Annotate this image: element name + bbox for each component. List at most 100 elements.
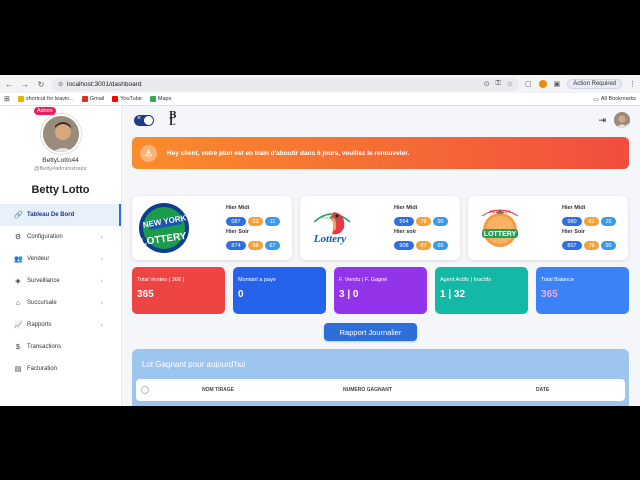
- number-pill: 78: [584, 241, 599, 250]
- stat-montant-paye[interactable]: Montant a paye 0: [233, 267, 326, 314]
- sidebar-item-label: Tableau De Bord: [27, 212, 75, 218]
- number-pill: 67: [265, 241, 280, 250]
- daily-report-button[interactable]: Rapport Journalier: [324, 323, 417, 341]
- midi-numbers: 564 78 90: [394, 217, 448, 226]
- ny-lottery-logo: NEW YORK LOTTERY: [139, 203, 189, 253]
- browser-toolbar: ← → ↻ ⊜ localhost:3001/dashboard ⊙ ⚿ ☆ ▢…: [0, 75, 640, 93]
- number-pill: 23: [248, 217, 263, 226]
- sidebar-item-vendeur[interactable]: 👥 Vendeur ‹: [0, 248, 121, 270]
- bookmark-item[interactable]: YouTube: [112, 96, 142, 102]
- sidebar-item-surveillance[interactable]: ◈ Surveillance ‹: [0, 270, 121, 292]
- chevron-icon[interactable]: ‹: [101, 322, 103, 329]
- avatar[interactable]: [40, 114, 81, 154]
- chevron-icon[interactable]: ‹: [101, 278, 103, 285]
- winners-table-header: NOM TIRAGE NUMERO GAGNANT DATE: [136, 379, 625, 401]
- profile-extension-icon[interactable]: [538, 80, 547, 88]
- stat-fiches[interactable]: F. Vendu | F. Gagné 3 | 0: [334, 267, 427, 314]
- sidebar-item-succursale[interactable]: ⌂ Succursale ‹: [0, 292, 121, 314]
- lottery-card-florida: Lottery FLORIDA Hier Midi 564 78 90 Hier…: [300, 196, 460, 260]
- sidebar-item-configuration[interactable]: ⚙ Configuration ‹: [0, 226, 121, 248]
- number-pill: 87: [416, 241, 431, 250]
- all-bookmarks[interactable]: ▭ All Bookmarks: [593, 96, 636, 103]
- bookmark-favicon-icon: [112, 96, 119, 102]
- topbar-avatar[interactable]: [614, 112, 630, 128]
- number-pill: 807: [562, 241, 582, 250]
- forward-icon[interactable]: →: [20, 79, 30, 89]
- number-pill: 90: [601, 241, 616, 250]
- close-icon: ×: [137, 114, 142, 122]
- username: BettyLotto44: [42, 157, 79, 164]
- stat-total-ventes[interactable]: Total Ventes ( 366 ) 365: [132, 267, 225, 314]
- bookmark-label: Gmail: [89, 96, 105, 102]
- number-pill: 90: [433, 217, 448, 226]
- user-handle: @Betty#administrator: [34, 166, 87, 172]
- stat-label: Total Balance: [541, 277, 575, 283]
- reload-icon[interactable]: ↻: [36, 79, 46, 89]
- winners-panel: Lot Gagnant pour aujourd'hui NOM TIRAGE …: [132, 349, 629, 406]
- sidebar-toggle[interactable]: ×: [134, 114, 154, 126]
- stat-label: F. Vendu | F. Gagné: [339, 277, 388, 283]
- column-header[interactable]: DATE: [536, 387, 549, 393]
- stat-value: 3 | 0: [339, 289, 359, 300]
- stat-value: 1 | 32: [440, 289, 466, 300]
- number-pill: 78: [416, 217, 431, 226]
- column-header[interactable]: NUMERO GAGNANT: [343, 387, 392, 393]
- site-info-icon[interactable]: ⊜: [58, 81, 63, 88]
- bookmark-item[interactable]: Gmail: [81, 96, 105, 102]
- action-required-button[interactable]: Action Required: [567, 79, 622, 89]
- profile-block: Admin BettyLotto44 @Betty#administrator …: [0, 106, 121, 196]
- online-indicator: [626, 124, 630, 128]
- soir-numbers: 807 78 90: [562, 241, 616, 250]
- number-pill: 26: [601, 217, 616, 226]
- sidebar-item-rapports[interactable]: 📈 Rapports ‹: [0, 314, 121, 336]
- select-all-checkbox[interactable]: [141, 386, 149, 394]
- app-logo: BL: [169, 111, 177, 128]
- stat-total-balance[interactable]: Total Balance 365: [536, 267, 629, 314]
- chevron-icon[interactable]: ‹: [101, 234, 103, 241]
- column-header[interactable]: NOM TIRAGE: [202, 387, 234, 393]
- chevron-icon[interactable]: ‹: [101, 300, 103, 307]
- number-pill: 65: [433, 241, 448, 250]
- back-icon[interactable]: ←: [4, 79, 14, 89]
- sidebar-item-label: Rapports: [27, 322, 52, 328]
- sidebar-item-transactions[interactable]: $ Transactions: [0, 336, 121, 358]
- brand-title: Betty Lotto: [31, 184, 90, 196]
- stat-agents[interactable]: Agent Actifs | Inactifs 1 | 32: [435, 267, 528, 314]
- number-pill: 874: [226, 241, 246, 250]
- bookmark-label: YouTube: [120, 96, 142, 102]
- stat-value: 365: [541, 289, 558, 300]
- invoice-icon: ▤: [14, 366, 22, 373]
- location-icon[interactable]: ⊙: [484, 80, 490, 88]
- chart-icon: 📈: [14, 322, 23, 329]
- star-icon[interactable]: ☆: [507, 80, 513, 88]
- stat-label: Total Ventes ( 366 ): [137, 277, 185, 283]
- extensions-icon[interactable]: ▢: [525, 80, 532, 88]
- topbar: × BL ⇥: [122, 106, 640, 134]
- sidebar-item-facturation[interactable]: ▤ Facturation: [0, 358, 121, 380]
- sidepanel-icon[interactable]: ▣: [554, 80, 561, 88]
- svg-text:Lottery: Lottery: [313, 233, 346, 245]
- florida-lottery-logo: Lottery FLORIDA: [313, 212, 351, 245]
- alert-text: Hey client, votre plan est en train d'ab…: [167, 149, 410, 157]
- soir-numbers: 874 98 67: [226, 241, 280, 250]
- bookmark-label: shortcut for leavin...: [25, 96, 74, 102]
- chevron-icon[interactable]: ‹: [101, 256, 103, 263]
- logout-icon[interactable]: ⇥: [598, 115, 606, 126]
- number-pill: 98: [248, 241, 263, 250]
- bookmark-label: Maps: [157, 96, 172, 102]
- menu-dots-icon[interactable]: ⋮: [629, 80, 636, 88]
- sidebar: Admin BettyLotto44 @Betty#administrator …: [0, 106, 122, 406]
- apps-grid-icon[interactable]: ⊞: [4, 95, 10, 103]
- address-bar[interactable]: ⊜ localhost:3001/dashboard ⊙ ⚿ ☆: [52, 77, 520, 91]
- svg-text:FLORIDA: FLORIDA: [322, 215, 340, 220]
- main-content: × BL ⇥ ⚠ Hey client, votre plan est en t…: [122, 106, 640, 406]
- link-icon: 🔗: [14, 212, 23, 219]
- plan-expiry-alert: ⚠ Hey client, votre plan est en train d'…: [132, 137, 629, 169]
- bookmark-favicon-icon: [17, 96, 24, 102]
- bookmark-favicon-icon: [149, 96, 156, 102]
- url-text: localhost:3001/dashboard: [67, 80, 142, 88]
- sidebar-item-tableau-de-bord[interactable]: 🔗 Tableau De Bord: [0, 204, 121, 226]
- bookmark-item[interactable]: Maps: [149, 96, 172, 102]
- key-icon[interactable]: ⚿: [495, 80, 500, 88]
- bookmark-item[interactable]: shortcut for leavin...: [17, 96, 74, 102]
